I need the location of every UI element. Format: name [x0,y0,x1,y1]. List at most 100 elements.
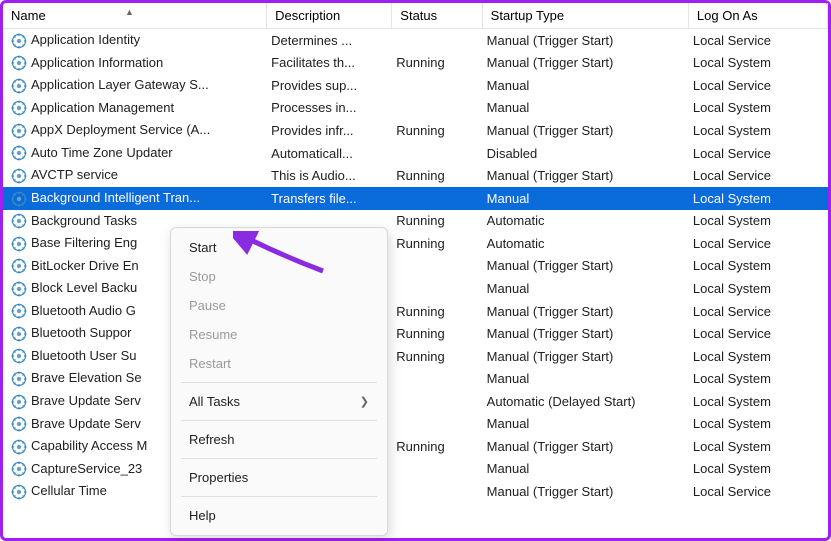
service-description: Provides sup... [267,74,392,97]
sort-indicator-icon: ▲ [125,7,134,17]
gear-icon [11,303,27,319]
table-row[interactable]: Bluetooth SupporRunningManual (Trigger S… [3,322,828,345]
service-status: Running [392,300,482,323]
column-header-startup-type[interactable]: Startup Type [483,3,689,29]
menu-item-stop: Stop [171,262,387,291]
service-description: Provides infr... [267,119,392,142]
service-name: Block Level Backu [31,280,137,295]
service-log-on-as: Local Service [689,322,828,345]
service-startup-type: Manual (Trigger Start) [483,435,689,458]
table-row[interactable]: AppX Deployment Service (A... Provides in… [3,119,828,142]
gear-icon [11,416,27,432]
column-header-description[interactable]: Description [267,3,392,29]
gear-icon [11,439,27,455]
service-status: Running [392,232,482,255]
gear-icon [11,123,27,139]
table-row[interactable]: Bluetooth User SuRunningManual (Trigger … [3,345,828,368]
service-log-on-as: Local System [689,52,828,75]
service-startup-type: Manual (Trigger Start) [483,300,689,323]
service-name: Auto Time Zone Updater [31,145,173,160]
table-row[interactable]: Application Layer Gateway S... Provides s… [3,74,828,97]
menu-item-label: All Tasks [189,394,240,409]
service-status: Running [392,435,482,458]
service-status [392,277,482,300]
chevron-right-icon: ❯ [360,395,369,408]
service-log-on-as: Local Service [689,164,828,187]
service-log-on-as: Local Service [689,300,828,323]
service-name: Brave Update Serv [31,416,141,431]
gear-icon [11,33,27,49]
gear-icon [11,258,27,274]
service-status [392,29,482,52]
service-status [392,367,482,390]
service-name: Application Identity [31,32,140,47]
column-header-name[interactable]: Name [3,3,267,29]
service-name: Bluetooth Audio G [31,303,136,318]
service-startup-type: Manual [483,367,689,390]
service-startup-type: Manual (Trigger Start) [483,164,689,187]
service-startup-type: Automatic (Delayed Start) [483,390,689,413]
table-row[interactable]: Cellular TimeThis service ...Manual (Tri… [3,480,828,503]
service-log-on-as: Local System [689,367,828,390]
menu-item-help[interactable]: Help [171,501,387,530]
service-name: Application Management [31,100,174,115]
gear-icon [11,145,27,161]
column-header-status[interactable]: Status [392,3,482,29]
service-name: Bluetooth Suppor [31,325,131,340]
service-name: Base Filtering Eng [31,235,137,250]
service-name: Bluetooth User Su [31,348,137,363]
table-row[interactable]: Application InformationFacilitates th...… [3,52,828,75]
service-name: Background Intelligent Tran... [31,190,200,205]
table-row[interactable]: Base Filtering EngRunningAutomaticLocal … [3,232,828,255]
service-startup-type: Manual (Trigger Start) [483,52,689,75]
service-status: Running [392,164,482,187]
table-row[interactable]: Application IdentityDetermines ...Manual… [3,29,828,52]
service-name: CaptureService_23 [31,461,142,476]
gear-icon [11,348,27,364]
service-log-on-as: Local System [689,210,828,233]
service-startup-type: Manual (Trigger Start) [483,345,689,368]
service-name: AppX Deployment Service (A... [31,122,210,137]
menu-item-refresh[interactable]: Refresh [171,425,387,454]
table-row[interactable]: Brave Update ServAutomatic (Delayed Star… [3,390,828,413]
service-status: Running [392,52,482,75]
table-row[interactable]: Background Intelligent Tran...Transfers … [3,187,828,210]
service-startup-type: Manual [483,74,689,97]
gear-icon [11,281,27,297]
service-startup-type: Manual [483,413,689,436]
menu-item-properties[interactable]: Properties [171,463,387,492]
service-description: Processes in... [267,97,392,120]
service-startup-type: Manual [483,97,689,120]
menu-separator [181,496,377,497]
table-row[interactable]: Background TasksRunningAutomaticLocal Sy… [3,210,828,233]
gear-icon [11,213,27,229]
menu-item-all-tasks[interactable]: All Tasks ❯ [171,387,387,416]
service-status [392,255,482,278]
table-row[interactable]: BitLocker Drive EnManual (Trigger Start)… [3,255,828,278]
service-status: Running [392,210,482,233]
table-row[interactable]: Brave Elevation SeManualLocal System [3,367,828,390]
gear-icon [11,326,27,342]
table-row[interactable]: AVCTP serviceThis is Audio...RunningManu… [3,164,828,187]
table-row[interactable]: CaptureService_23ManualLocal System [3,458,828,481]
table-row[interactable]: Block Level BackuManualLocal System [3,277,828,300]
table-row[interactable]: Bluetooth Audio G RunningManual (Trigger … [3,300,828,323]
service-status [392,413,482,436]
table-row[interactable]: Application Management Processes in... Man… [3,97,828,120]
menu-separator [181,420,377,421]
gear-icon [11,461,27,477]
menu-item-start[interactable]: Start [171,233,387,262]
service-log-on-as: Local System [689,255,828,278]
table-row[interactable]: Capability Access MRunningManual (Trigge… [3,435,828,458]
service-status [392,97,482,120]
service-log-on-as: Local Service [689,142,828,165]
service-status [392,390,482,413]
service-startup-type: Manual [483,458,689,481]
service-startup-type: Manual (Trigger Start) [483,480,689,503]
service-name: Application Layer Gateway S... [31,77,209,92]
table-row[interactable]: Auto Time Zone UpdaterAutomaticall...Dis… [3,142,828,165]
gear-icon [11,168,27,184]
service-status [392,187,482,210]
table-row[interactable]: Brave Update ServManualLocal System [3,413,828,436]
column-header-log-on-as[interactable]: Log On As [689,3,828,29]
